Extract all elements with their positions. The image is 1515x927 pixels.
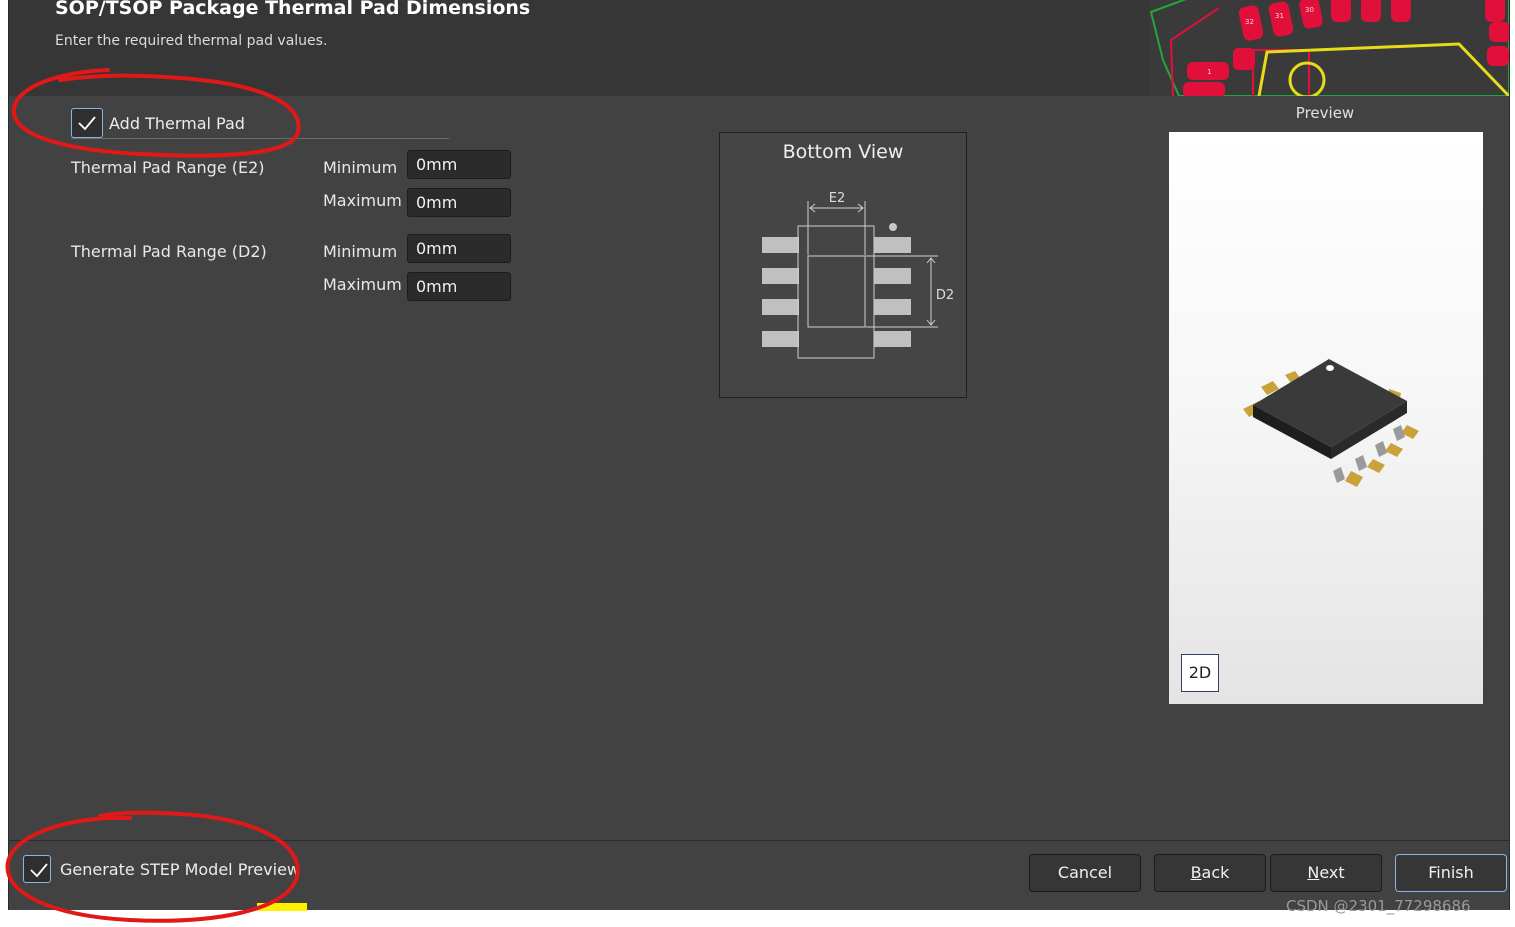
pcb-pin-label: 31 [1275, 12, 1284, 20]
preview-label: Preview [1295, 104, 1355, 122]
3d-preview-viewport[interactable]: 2D [1169, 132, 1483, 704]
package-pads [762, 237, 911, 347]
watermark-text: CSDN @2301_77298686 [1286, 897, 1471, 915]
back-button[interactable]: Back [1154, 854, 1266, 892]
e2-dimension [807, 201, 866, 255]
checkmark-icon [78, 116, 96, 131]
d2-dimension-label: D2 [936, 288, 954, 303]
pcb-pin-label: 30 [1305, 6, 1314, 14]
wizard-window: SOP/TSOP Package Thermal Pad Dimensions … [8, 0, 1510, 910]
page-subtitle: Enter the required thermal pad values. [55, 33, 328, 49]
generate-step-preview-label[interactable]: Generate STEP Model Preview [60, 860, 300, 879]
bottom-view-panel: Bottom View E2 D2 [719, 132, 967, 398]
d2-min-input[interactable]: 0mm [407, 234, 511, 263]
next-button[interactable]: Next [1270, 854, 1382, 892]
e2-min-label: Minimum [323, 158, 398, 177]
view-2d-toggle-button[interactable]: 2D [1181, 654, 1219, 692]
e2-max-input[interactable]: 0mm [407, 188, 511, 217]
finish-button[interactable]: Finish [1395, 854, 1507, 892]
section-divider [71, 138, 449, 139]
back-mnemonic: B [1190, 863, 1202, 882]
pin1-marker-icon [889, 223, 897, 231]
d2-range-label: Thermal Pad Range (D2) [71, 242, 267, 261]
pcb-pin-label: 32 [1245, 18, 1254, 26]
package-bottom-diagram: E2 D2 [762, 191, 954, 359]
pin1-dot-icon [1326, 365, 1334, 371]
next-mnemonic: N [1307, 863, 1320, 882]
e2-range-label: Thermal Pad Range (E2) [71, 158, 265, 177]
thermal-pad-outline [807, 255, 866, 328]
wizard-header: SOP/TSOP Package Thermal Pad Dimensions … [9, 0, 1509, 96]
add-thermal-pad-checkbox[interactable] [71, 108, 103, 138]
package-top [1253, 359, 1407, 447]
d2-max-label: Maximum [323, 275, 402, 294]
back-label: ack [1201, 863, 1230, 882]
pcb-header-graphic: 32 31 30 1 [1149, 0, 1509, 96]
next-label: ext [1319, 863, 1345, 882]
footer-divider [9, 840, 1509, 841]
generate-step-preview-checkbox[interactable] [23, 855, 51, 883]
cancel-button[interactable]: Cancel [1029, 854, 1141, 892]
sop8-package-3d-render [1243, 359, 1419, 487]
e2-min-input[interactable]: 0mm [407, 150, 511, 179]
d2-dimension [866, 255, 938, 328]
e2-dimension-label: E2 [829, 191, 846, 206]
pcb-pin-label: 1 [1207, 68, 1211, 76]
add-thermal-pad-label[interactable]: Add Thermal Pad [109, 114, 245, 133]
e2-max-label: Maximum [323, 191, 402, 210]
d2-min-label: Minimum [323, 242, 398, 261]
package-body-outline [797, 225, 875, 359]
page-title: SOP/TSOP Package Thermal Pad Dimensions [55, 0, 531, 19]
highlight-strip [257, 903, 307, 911]
checkmark-icon [30, 863, 48, 878]
d2-max-input[interactable]: 0mm [407, 272, 511, 301]
